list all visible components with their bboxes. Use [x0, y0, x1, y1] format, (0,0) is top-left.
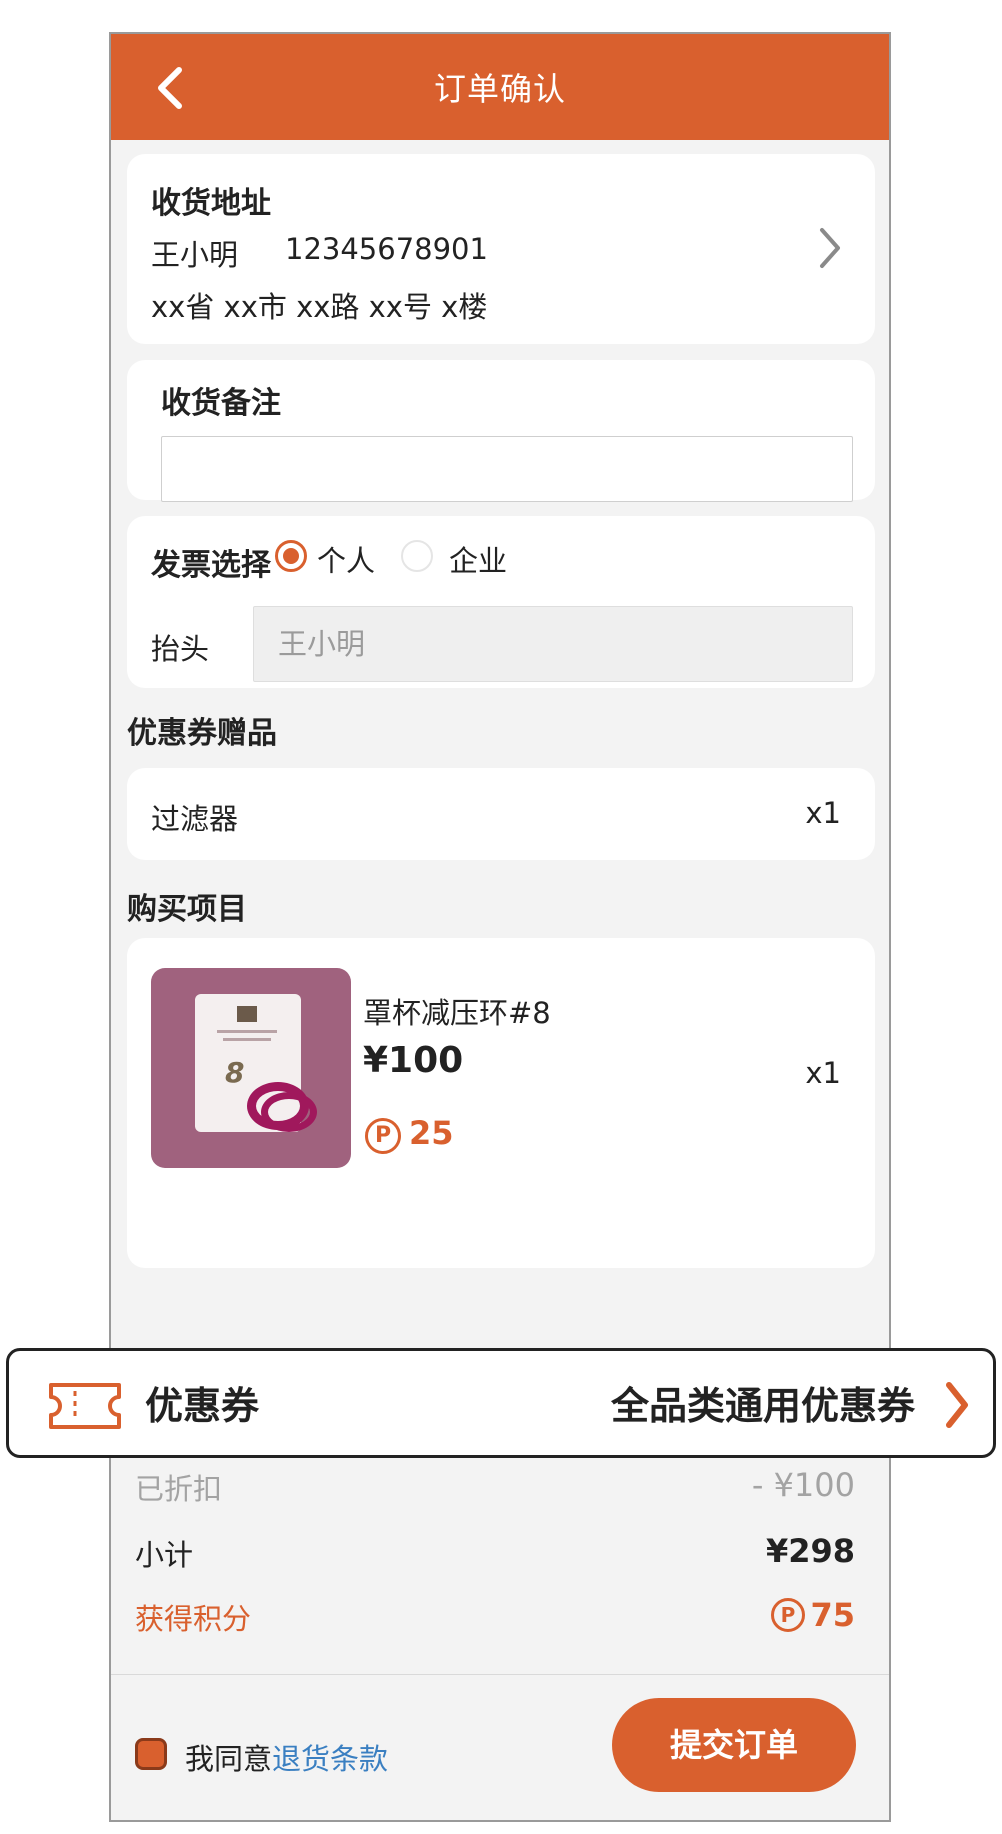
subtotal-label: 小计 [135, 1538, 194, 1572]
discount-value: - ¥100 [751, 1466, 855, 1504]
gift-item-name: 过滤器 [151, 802, 239, 836]
invoice-option-personal[interactable]: 个人 [317, 538, 375, 580]
earned-points-value: 75 [810, 1596, 855, 1634]
invoice-title-input[interactable]: 王小明 [253, 606, 853, 682]
address-card[interactable]: 收货地址 王小明 12345678901 xx省 xx市 xx路 xx号 x楼 [127, 154, 875, 344]
product-points: 25 [409, 1114, 454, 1152]
recipient-phone: 12345678901 [285, 232, 488, 266]
chevron-right-icon[interactable] [817, 226, 843, 270]
recipient-name: 王小明 [151, 238, 239, 272]
note-card: 收货备注 [127, 360, 875, 502]
points-p-icon: P [771, 1598, 805, 1632]
invoice-personal-radio[interactable] [275, 540, 307, 572]
agree-text: 我同意退货条款 [185, 1736, 388, 1778]
coupon-value: 全品类通用优惠券 [610, 1384, 915, 1428]
coupon-selector-bar[interactable]: 优惠券 全品类通用优惠券 [6, 1348, 996, 1458]
coupon-label: 优惠券 [145, 1384, 260, 1428]
address-detail: xx省 xx市 xx路 xx号 x楼 [151, 290, 488, 324]
note-label: 收货备注 [161, 386, 281, 421]
discount-row: 已折扣 - ¥100 [135, 1466, 855, 1516]
invoice-company-radio[interactable] [401, 540, 433, 572]
invoice-card: 发票选择 个人 企业 抬头 王小明 [127, 516, 875, 688]
invoice-option-company[interactable]: 企业 [449, 538, 507, 580]
subtotal-row: 小计 ¥298 [135, 1532, 855, 1582]
product-name: 罩杯减压环#8 [363, 996, 551, 1030]
submit-order-button[interactable]: 提交订单 [612, 1698, 856, 1792]
gift-item-card: 过滤器 x1 [127, 768, 875, 860]
product-image: 8 [151, 968, 351, 1168]
return-policy-link[interactable]: 退货条款 [272, 1742, 388, 1776]
purchase-section-title: 购买项目 [127, 892, 247, 927]
earned-points-row: 获得积分 P 75 [135, 1596, 855, 1646]
footer-divider [111, 1674, 889, 1675]
subtotal-value: ¥298 [765, 1532, 855, 1570]
invoice-label: 发票选择 [151, 548, 271, 583]
page-title: 订单确认 [433, 70, 566, 108]
product-price: ¥100 [363, 1040, 464, 1081]
ticket-icon [49, 1383, 121, 1429]
discount-label: 已折扣 [135, 1472, 223, 1506]
purchase-item-card: 8 罩杯减压环#8 ¥100 P 25 x1 [127, 938, 875, 1268]
agree-label: 我同意 [185, 1742, 273, 1776]
points-p-icon: P [365, 1118, 401, 1154]
top-nav-bar: 订单确认 [111, 34, 889, 140]
product-qty: x1 [805, 1056, 841, 1090]
chevron-right-icon[interactable] [943, 1381, 971, 1429]
earned-points-label: 获得积分 [135, 1602, 252, 1636]
address-label: 收货地址 [151, 186, 271, 221]
agree-checkbox[interactable] [135, 1738, 167, 1770]
invoice-title-label: 抬头 [151, 632, 210, 666]
note-input[interactable] [161, 436, 853, 502]
gifts-section-title: 优惠券赠品 [127, 716, 277, 751]
phone-screen: 订单确认 收货地址 王小明 12345678901 xx省 xx市 xx路 xx… [109, 32, 891, 1822]
gift-item-qty: x1 [805, 796, 841, 830]
